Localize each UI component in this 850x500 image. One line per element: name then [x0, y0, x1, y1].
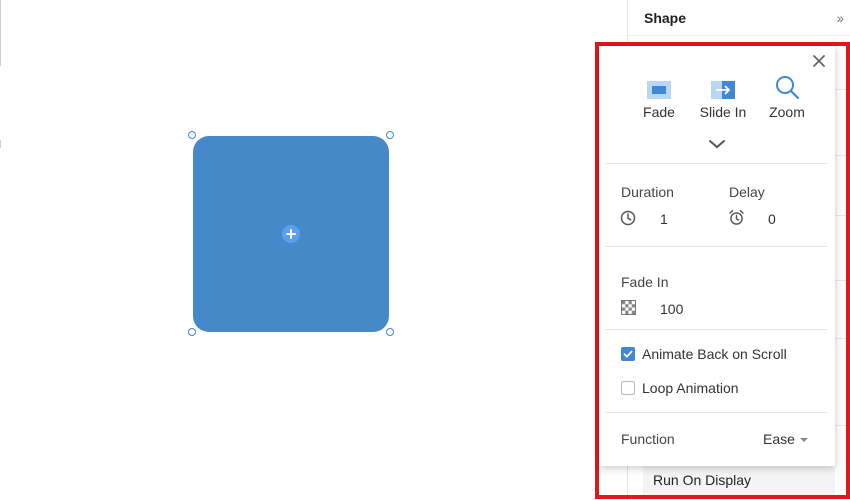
effect-zoom-button[interactable]: Zoom — [752, 74, 822, 120]
loop-animation-label: Loop Animation — [642, 380, 739, 396]
add-connection-plus-icon[interactable] — [282, 225, 300, 243]
fade-in-label: Fade In — [621, 274, 669, 290]
popup-divider — [605, 246, 827, 247]
fade-icon — [624, 74, 694, 100]
animation-popup: Fade Slide In Zoom Duration Delay 1 0 Fa… — [599, 46, 835, 466]
animate-back-checkbox[interactable] — [621, 347, 635, 361]
popup-divider — [605, 412, 827, 413]
function-select[interactable]: Ease — [763, 431, 808, 447]
effect-slide-in-button[interactable]: Slide In — [688, 74, 758, 120]
duration-value[interactable]: 1 — [660, 211, 668, 227]
function-select-value: Ease — [763, 431, 795, 447]
delay-label: Delay — [729, 184, 765, 200]
resize-handle-bottom-right[interactable] — [386, 328, 394, 336]
effect-fade-label: Fade — [643, 104, 675, 120]
loop-animation-checkbox[interactable] — [621, 381, 635, 395]
editor-canvas[interactable] — [0, 0, 627, 500]
chevron-down-icon[interactable] — [707, 137, 727, 151]
collapse-panel-icon[interactable]: ›› — [837, 10, 844, 26]
resize-handle-top-left[interactable] — [188, 131, 196, 139]
popup-divider — [605, 329, 827, 330]
caret-down-icon — [799, 438, 808, 442]
delay-value[interactable]: 0 — [768, 211, 776, 227]
effect-options: Fade Slide In Zoom — [599, 74, 835, 134]
duration-label: Duration — [621, 184, 674, 200]
resize-handle-bottom-left[interactable] — [188, 328, 196, 336]
alarm-clock-icon — [728, 209, 745, 231]
effect-zoom-label: Zoom — [769, 104, 805, 120]
side-panel-header: Shape ›› — [628, 0, 850, 36]
animate-back-label: Animate Back on Scroll — [642, 346, 787, 362]
function-label: Function — [621, 431, 675, 447]
canvas-edge-mark — [0, 140, 1, 148]
zoom-icon — [752, 74, 822, 100]
clock-icon — [620, 210, 636, 231]
loop-animation-option[interactable]: Loop Animation — [621, 380, 739, 396]
slide-in-icon — [688, 74, 758, 100]
animate-back-on-scroll-option[interactable]: Animate Back on Scroll — [621, 346, 787, 362]
canvas-edge-mark — [0, 0, 1, 66]
popup-divider — [605, 163, 827, 164]
fade-in-value[interactable]: 100 — [660, 301, 683, 317]
close-icon[interactable] — [810, 52, 828, 70]
side-panel-title: Shape — [644, 9, 687, 26]
resize-handle-top-right[interactable] — [386, 131, 394, 139]
effect-slide-in-label: Slide In — [699, 104, 747, 120]
opacity-checker-icon — [621, 300, 636, 320]
effect-fade-button[interactable]: Fade — [624, 74, 694, 120]
